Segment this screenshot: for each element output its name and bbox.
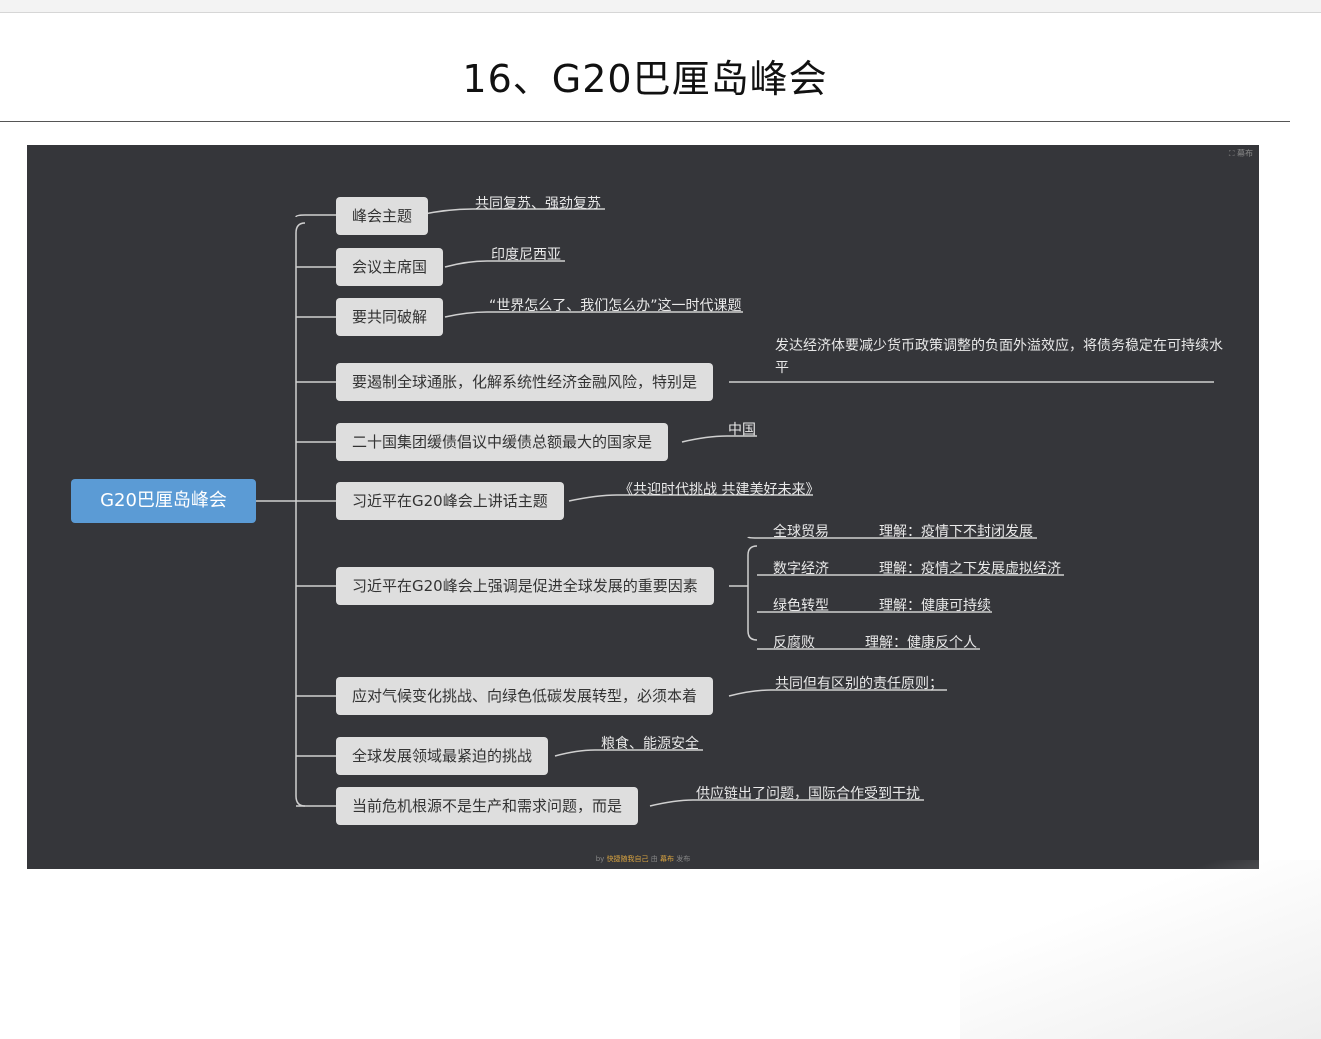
connector-branch-1: [295, 214, 336, 218]
factor-digital-economy[interactable]: 数字经济: [773, 558, 829, 578]
branch-node-speech-theme[interactable]: 习近平在G20峰会上讲话主题: [336, 482, 564, 520]
title-divider: [0, 121, 1290, 122]
page-title: 16、G20巴厘岛峰会: [462, 57, 828, 101]
corner-shadow: [960, 860, 1321, 1039]
factor-anti-corruption[interactable]: 反腐败: [773, 632, 815, 652]
expand-icon: ⛶: [1228, 149, 1235, 158]
factor-green-transition[interactable]: 绿色转型: [773, 595, 829, 615]
branch-node-host-country[interactable]: 会议主席国: [336, 248, 444, 286]
branch-node-debt-relief[interactable]: 二十国集团缓债倡议中缓债总额最大的国家是: [336, 423, 669, 461]
branch-node-climate[interactable]: 应对气候变化挑战、向绿色低碳发展转型，必须本着: [336, 677, 714, 715]
leaf-debt-relief[interactable]: 中国: [728, 419, 756, 439]
publish-badge[interactable]: ⛶ 幕布: [1229, 148, 1253, 159]
leaf-inflation[interactable]: 发达经济体要减少货币政策调整的负面外溢效应，将债务稳定在可持续水平: [775, 335, 1225, 379]
branch-node-summit-theme[interactable]: 峰会主题: [336, 197, 429, 235]
footer-suffix: 发布: [676, 855, 691, 863]
mindmap-canvas[interactable]: G20巴厘岛峰会 峰会主题 会议主席国 要共同破解 要遏制全球通胀，化解系统性经…: [27, 145, 1259, 869]
footer-author[interactable]: 快捷随我自己: [607, 855, 649, 863]
root-node[interactable]: G20巴厘岛峰会: [71, 479, 256, 523]
factor-anti-corruption-note[interactable]: 理解：健康反个人: [865, 632, 977, 652]
leaf-host-country[interactable]: 印度尼西亚: [491, 244, 561, 264]
leaf-urgent-challenge[interactable]: 粮食、能源安全: [601, 733, 699, 753]
branch-node-crisis-root[interactable]: 当前危机根源不是生产和需求问题，而是: [336, 787, 639, 825]
connector-trunk: [295, 222, 306, 807]
factor-global-trade-note[interactable]: 理解：疫情下不封闭发展: [879, 521, 1033, 541]
factor-global-trade[interactable]: 全球贸易: [773, 521, 829, 541]
leaf-summit-theme[interactable]: 共同复苏、强劲复苏: [475, 193, 601, 213]
branch-node-development-factors[interactable]: 习近平在G20峰会上强调是促进全球发展的重要因素: [336, 567, 714, 605]
footer-by: by: [595, 855, 605, 863]
leaf-crisis-root[interactable]: 供应链出了问题，国际合作受到干扰: [696, 783, 920, 803]
branch-node-common-solve[interactable]: 要共同破解: [336, 298, 444, 336]
footer-tool[interactable]: 幕布: [660, 855, 674, 863]
factor-green-transition-note[interactable]: 理解：健康可持续: [879, 595, 991, 615]
connector-factor-vertical: [747, 545, 758, 641]
leaf-climate[interactable]: 共同但有区别的责任原则；: [775, 673, 943, 693]
publish-badge-label: 幕布: [1237, 149, 1253, 158]
factor-digital-economy-note[interactable]: 理解：疫情之下发展虚拟经济: [879, 558, 1061, 578]
top-toolbar-strip: [0, 0, 1321, 13]
leaf-common-solve[interactable]: “世界怎么了、我们怎么办”这一时代课题: [489, 295, 742, 315]
footer-via: 由: [650, 855, 658, 863]
leaf-speech-theme[interactable]: 《共迎时代挑战 共建美好未来》: [619, 479, 819, 499]
branch-node-urgent-challenge[interactable]: 全球发展领域最紧迫的挑战: [336, 737, 549, 775]
branch-node-inflation[interactable]: 要遏制全球通胀，化解系统性经济金融风险，特别是: [336, 363, 714, 401]
